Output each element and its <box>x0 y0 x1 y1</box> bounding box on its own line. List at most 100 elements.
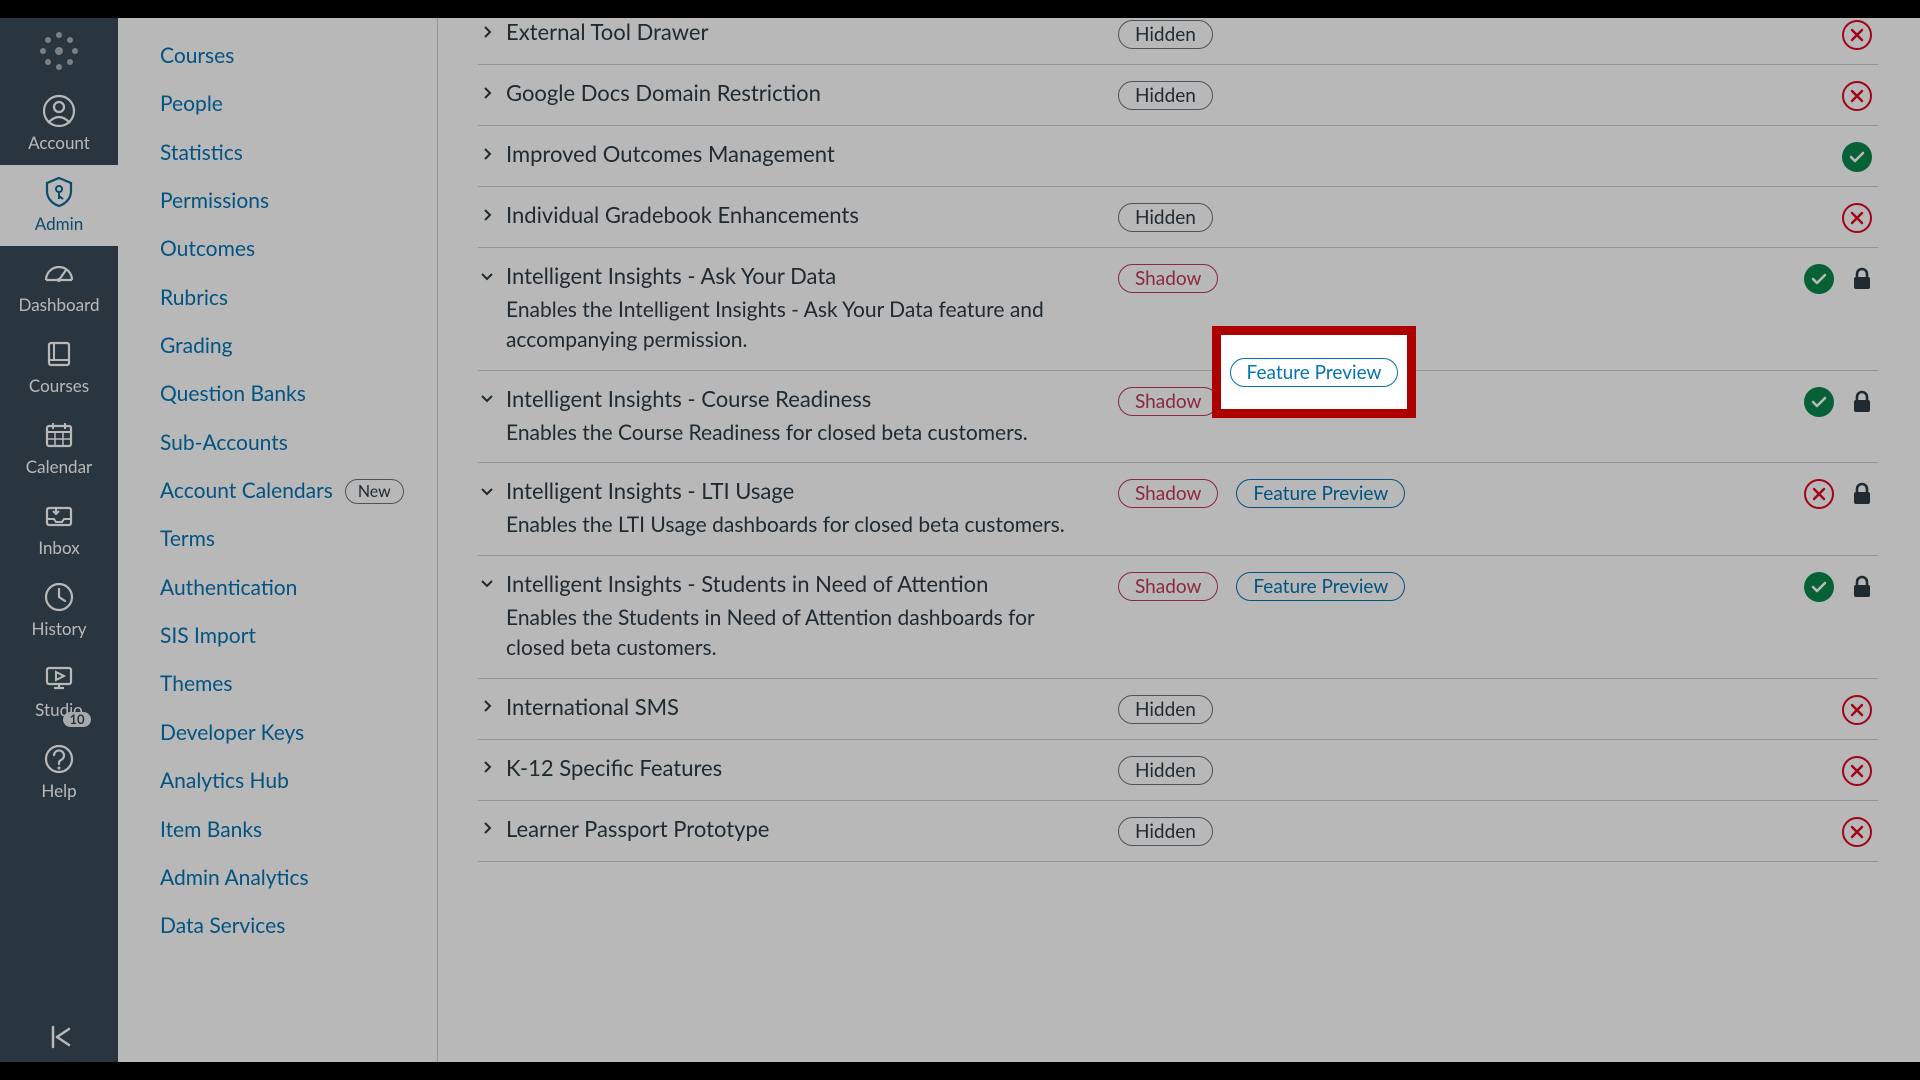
subnav-outcomes[interactable]: Outcomes <box>160 225 419 273</box>
nav-courses[interactable]: Courses <box>0 327 118 408</box>
feature-description: Enables the Course Readiness for closed … <box>478 418 1078 448</box>
calendar-icon <box>42 418 76 452</box>
account-icon <box>42 94 76 128</box>
subnav-people[interactable]: People <box>160 80 419 128</box>
status-disabled-icon[interactable] <box>1842 695 1872 725</box>
tag-preview[interactable]: Feature Preview <box>1236 572 1405 601</box>
nav-calendar-label: Calendar <box>26 458 92 475</box>
nav-help-label: Help <box>41 782 76 799</box>
expand-toggle[interactable] <box>478 482 496 500</box>
expand-toggle[interactable] <box>478 389 496 407</box>
nav-dashboard-label: Dashboard <box>19 296 100 313</box>
tag-hidden[interactable]: Hidden <box>1118 695 1213 724</box>
subnav-question-banks[interactable]: Question Banks <box>160 370 419 418</box>
subnav-courses[interactable]: Courses <box>160 32 419 80</box>
history-icon <box>42 580 76 614</box>
feature-title: Intelligent Insights - Course Readiness <box>506 385 871 412</box>
feature-row: Google Docs Domain RestrictionHidden <box>478 65 1878 126</box>
subnav-item-banks[interactable]: Item Banks <box>160 806 419 854</box>
feature-row: Intelligent Insights - Students in Need … <box>478 556 1878 679</box>
tag-hidden[interactable]: Hidden <box>1118 203 1213 232</box>
status-enabled-icon[interactable] <box>1804 572 1834 602</box>
collapse-nav-button[interactable] <box>0 1012 118 1062</box>
feature-description: Enables the Students in Need of Attentio… <box>478 603 1078 664</box>
subnav-account calendars[interactable]: Account Calendars <box>160 467 333 515</box>
subnav-grading[interactable]: Grading <box>160 322 419 370</box>
expand-toggle[interactable] <box>478 206 496 224</box>
nav-help[interactable]: Help10 <box>0 732 118 813</box>
expand-toggle[interactable] <box>478 267 496 285</box>
feature-row: External Tool Drawer Hidden <box>478 18 1878 65</box>
brand-logo <box>0 18 118 84</box>
dashboard-icon <box>42 256 76 290</box>
nav-studio[interactable]: Studio <box>0 651 118 732</box>
nav-calendar[interactable]: Calendar <box>0 408 118 489</box>
status-enabled-icon[interactable] <box>1804 264 1834 294</box>
lock-icon <box>1852 575 1872 599</box>
highlight-feature-preview: Feature Preview <box>1221 335 1407 409</box>
collapse-icon <box>45 1023 73 1051</box>
tag-shadow[interactable]: Shadow <box>1118 387 1218 416</box>
feature-title: Improved Outcomes Management <box>506 140 835 167</box>
status-enabled-icon[interactable] <box>1804 387 1834 417</box>
admin-sub-nav: CoursesPeopleStatisticsPermissionsOutcom… <box>118 18 438 1062</box>
admin-icon <box>42 175 76 209</box>
nav-admin[interactable]: Admin <box>0 165 118 246</box>
tag-hidden[interactable]: Hidden <box>1118 817 1213 846</box>
help-badge: 10 <box>63 712 90 727</box>
expand-toggle[interactable] <box>478 697 496 715</box>
status-disabled-icon[interactable] <box>1842 817 1872 847</box>
subnav-rubrics[interactable]: Rubrics <box>160 274 419 322</box>
studio-icon <box>42 661 76 695</box>
feature-row: International SMSHidden <box>478 679 1878 740</box>
subnav-sub-accounts[interactable]: Sub-Accounts <box>160 419 419 467</box>
new-badge: New <box>345 479 404 504</box>
nav-history[interactable]: History <box>0 570 118 651</box>
subnav-terms[interactable]: Terms <box>160 515 419 563</box>
expand-toggle[interactable] <box>478 145 496 163</box>
subnav-permissions[interactable]: Permissions <box>160 177 419 225</box>
feature-title: Intelligent Insights - LTI Usage <box>506 477 794 504</box>
subnav-admin-analytics[interactable]: Admin Analytics <box>160 854 419 902</box>
expand-toggle[interactable] <box>478 758 496 776</box>
tag-hidden[interactable]: Hidden <box>1118 756 1213 785</box>
feature-preview-tag-highlighted[interactable]: Feature Preview <box>1230 358 1399 387</box>
status-disabled-icon[interactable] <box>1842 20 1872 50</box>
subnav-developer-keys[interactable]: Developer Keys <box>160 709 419 757</box>
subnav-analytics-hub[interactable]: Analytics Hub <box>160 757 419 805</box>
expand-toggle[interactable] <box>478 84 496 102</box>
feature-row: Intelligent Insights - LTI Usage Enables … <box>478 463 1878 555</box>
tag-shadow[interactable]: Shadow <box>1118 479 1218 508</box>
lock-icon <box>1852 482 1872 506</box>
status-disabled-icon[interactable] <box>1842 203 1872 233</box>
status-enabled-icon[interactable] <box>1842 142 1872 172</box>
feature-title: External Tool Drawer <box>506 18 709 45</box>
nav-account-label: Account <box>28 134 90 151</box>
subnav-sis-import[interactable]: SIS Import <box>160 612 419 660</box>
nav-inbox[interactable]: Inbox <box>0 489 118 570</box>
tag-preview[interactable]: Feature Preview <box>1236 479 1405 508</box>
nav-dashboard[interactable]: Dashboard <box>0 246 118 327</box>
status-disabled-icon[interactable] <box>1842 81 1872 111</box>
expand-toggle[interactable] <box>478 23 496 41</box>
feature-title: Learner Passport Prototype <box>506 815 769 842</box>
status-disabled-icon[interactable] <box>1804 479 1834 509</box>
feature-title: K-12 Specific Features <box>506 754 722 781</box>
subnav-statistics[interactable]: Statistics <box>160 129 419 177</box>
tag-hidden[interactable]: Hidden <box>1118 81 1213 110</box>
feature-description: Enables the LTI Usage dashboards for clo… <box>478 510 1078 540</box>
feature-title: Intelligent Insights - Ask Your Data <box>506 262 836 289</box>
subnav-authentication[interactable]: Authentication <box>160 564 419 612</box>
expand-toggle[interactable] <box>478 574 496 592</box>
feature-row: Individual Gradebook EnhancementsHidden <box>478 187 1878 248</box>
nav-inbox-label: Inbox <box>38 539 79 556</box>
subnav-themes[interactable]: Themes <box>160 660 419 708</box>
nav-history-label: History <box>32 620 87 637</box>
nav-account[interactable]: Account <box>0 84 118 165</box>
tag-shadow[interactable]: Shadow <box>1118 264 1218 293</box>
tag-shadow[interactable]: Shadow <box>1118 572 1218 601</box>
tag-hidden[interactable]: Hidden <box>1118 20 1213 49</box>
subnav-data-services[interactable]: Data Services <box>160 902 419 950</box>
status-disabled-icon[interactable] <box>1842 756 1872 786</box>
expand-toggle[interactable] <box>478 819 496 837</box>
